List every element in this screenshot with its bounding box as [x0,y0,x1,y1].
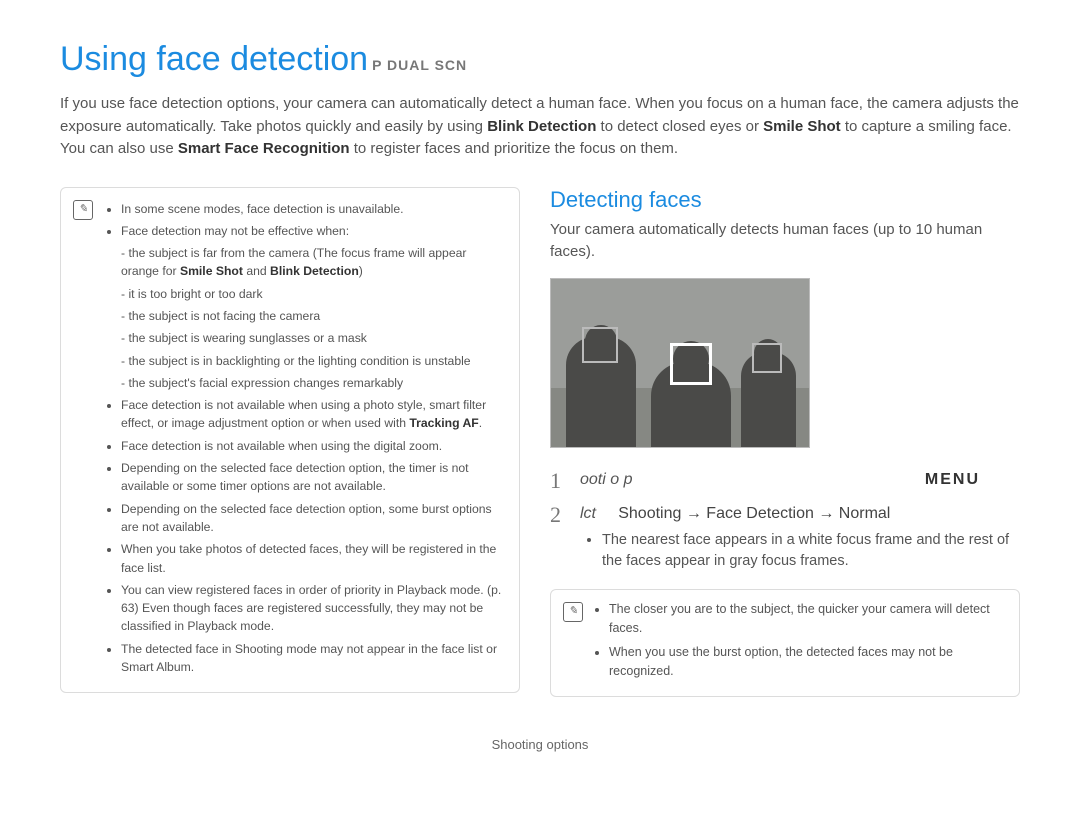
note-item: Face detection is not available when usi… [121,396,505,433]
step2-sub: The nearest face appears in a white focu… [602,530,1020,574]
note-icon: ✎ [73,200,93,220]
note-item: Face detection is not available when usi… [121,437,505,455]
focus-frame-white-main [670,343,712,385]
page-footer: Shooting options [60,737,1020,752]
note-subitem: the subject is not facing the camera [121,307,505,325]
note-subitem: it is too bright or too dark [121,285,505,303]
face-detection-preview [550,278,810,448]
intro-b2: Smile Shot [763,118,841,135]
note-item: The detected face in Shooting mode may n… [121,640,505,677]
step2-prefix: lct [580,505,596,522]
note-subitem: the subject is in backlighting or the li… [121,352,505,370]
steps-list: 1 ooti o p MENU 2 lct Shooting → Face De… [550,468,1020,574]
note-item: Face detection may not be effective when… [121,222,505,240]
note-subitem: the subject is wearing sunglasses or a m… [121,329,505,347]
note-item: Depending on the selected face detection… [121,500,505,537]
intro-p4: to register faces and prioritize the foc… [350,140,679,157]
notes-box-left: ✎ In some scene modes, face detection is… [60,187,520,694]
menu-button-label: MENU [925,468,980,492]
section-title: Detecting faces [550,187,1020,213]
title-row: Using face detection P DUAL SCN [60,40,1020,79]
note-subitem: the subject is far from the camera (The … [121,244,505,281]
intro-b1: Blink Detection [487,118,596,135]
mode-icons: P DUAL SCN [372,57,467,73]
intro-b3: Smart Face Recognition [178,140,350,157]
focus-frame-gray-left [582,327,618,363]
page-title: Using face detection [60,40,368,79]
note-item: You can view registered faces in order o… [121,581,505,636]
note-item: In some scene modes, face detection is u… [121,200,505,218]
note-item: Depending on the selected face detection… [121,459,505,496]
tip-item: The closer you are to the subject, the q… [609,600,1005,639]
note-icon: ✎ [563,602,583,622]
section-desc: Your camera automatically detects human … [550,219,1020,264]
intro-p2: to detect closed eyes or [596,118,763,135]
step-number: 1 [550,468,566,494]
note-item: When you take photos of detected faces, … [121,540,505,577]
note-subitem: the subject's facial expression changes … [121,374,505,392]
intro-paragraph: If you use face detection options, your … [60,93,1020,161]
tip-item: When you use the burst option, the detec… [609,643,1005,682]
step-number: 2 [550,502,566,528]
tips-box: ✎ The closer you are to the subject, the… [550,589,1020,697]
step2-body: Shooting → Face Detection → Normal [618,505,890,522]
step1-text: ooti o p [580,471,632,488]
focus-frame-gray-right [752,343,782,373]
